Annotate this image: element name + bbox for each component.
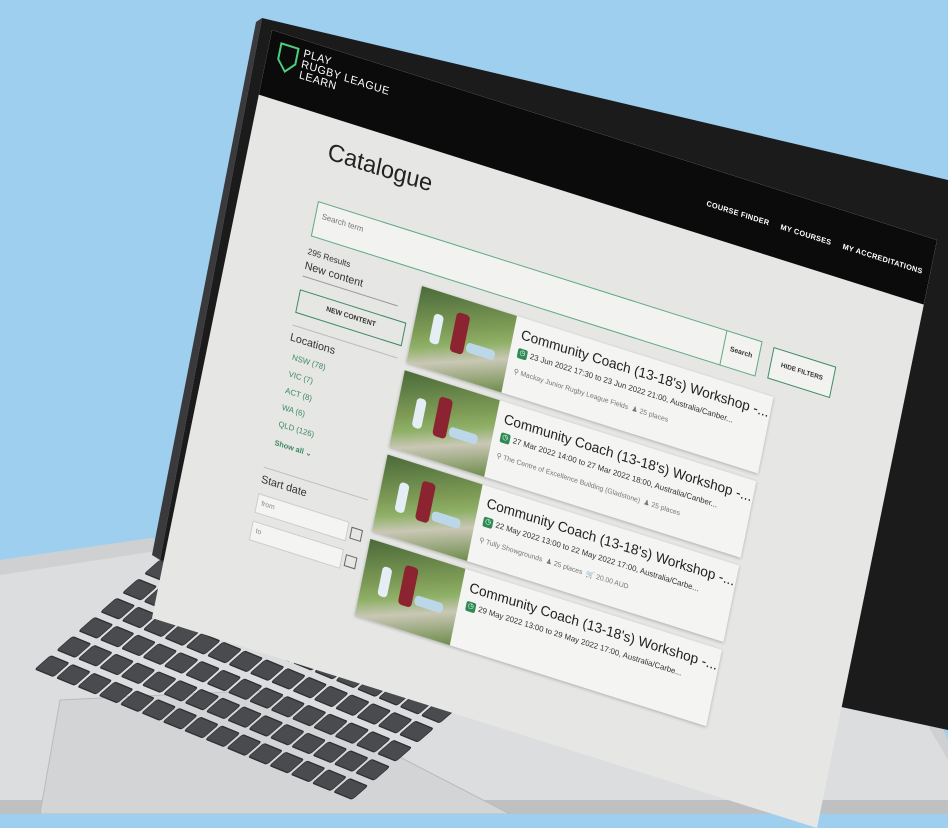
nav-course-finder[interactable]: COURSE FINDER [706, 199, 771, 228]
screen: PLAY RUGBY LEAGUE LEARN COURSE FINDER MY… [152, 30, 948, 828]
people-icon: ♟ [545, 557, 553, 567]
location-pin-icon: ⚲ [495, 452, 503, 462]
shield-logo-icon [277, 42, 300, 74]
brand-wordmark: PLAY RUGBY LEAGUE LEARN [298, 48, 393, 109]
from-placeholder: from [260, 500, 276, 512]
clock-icon: ◷ [499, 432, 511, 445]
course-places: 25 places [650, 501, 681, 518]
clock-icon: ◷ [516, 347, 529, 361]
chevron-down-icon: ⌄ [304, 447, 313, 459]
location-pin-icon: ⚲ [478, 536, 485, 546]
calendar-icon[interactable] [343, 554, 358, 570]
course-price: 20.00 AUD [595, 573, 629, 591]
brand-logo[interactable]: PLAY RUGBY LEAGUE LEARN [270, 41, 413, 132]
cart-icon: 🛒 [585, 570, 595, 581]
search-button[interactable]: Search [719, 330, 763, 377]
people-icon: ♟ [642, 499, 651, 508]
people-icon: ♟ [631, 405, 639, 415]
course-places: 25 places [553, 560, 583, 577]
location-pin-icon: ⚲ [513, 368, 520, 377]
to-placeholder: to [254, 527, 262, 537]
page-title: Catalogue [325, 138, 435, 198]
clock-icon: ◷ [482, 516, 494, 530]
hide-filters-button[interactable]: HIDE FILTERS [767, 346, 837, 399]
course-places: 25 places [638, 408, 669, 424]
nav-my-courses[interactable]: MY COURSES [780, 222, 832, 247]
nav-my-accreditations[interactable]: MY ACCREDITATIONS [842, 242, 924, 276]
show-all-label: Show all [273, 438, 305, 456]
clock-icon: ◷ [465, 600, 477, 614]
calendar-icon[interactable] [349, 526, 364, 543]
main-nav: COURSE FINDER MY COURSES MY ACCREDITATIO… [706, 199, 924, 276]
laptop-illustration: PLAY RUGBY LEAGUE LEARN COURSE FINDER MY… [0, 0, 948, 828]
